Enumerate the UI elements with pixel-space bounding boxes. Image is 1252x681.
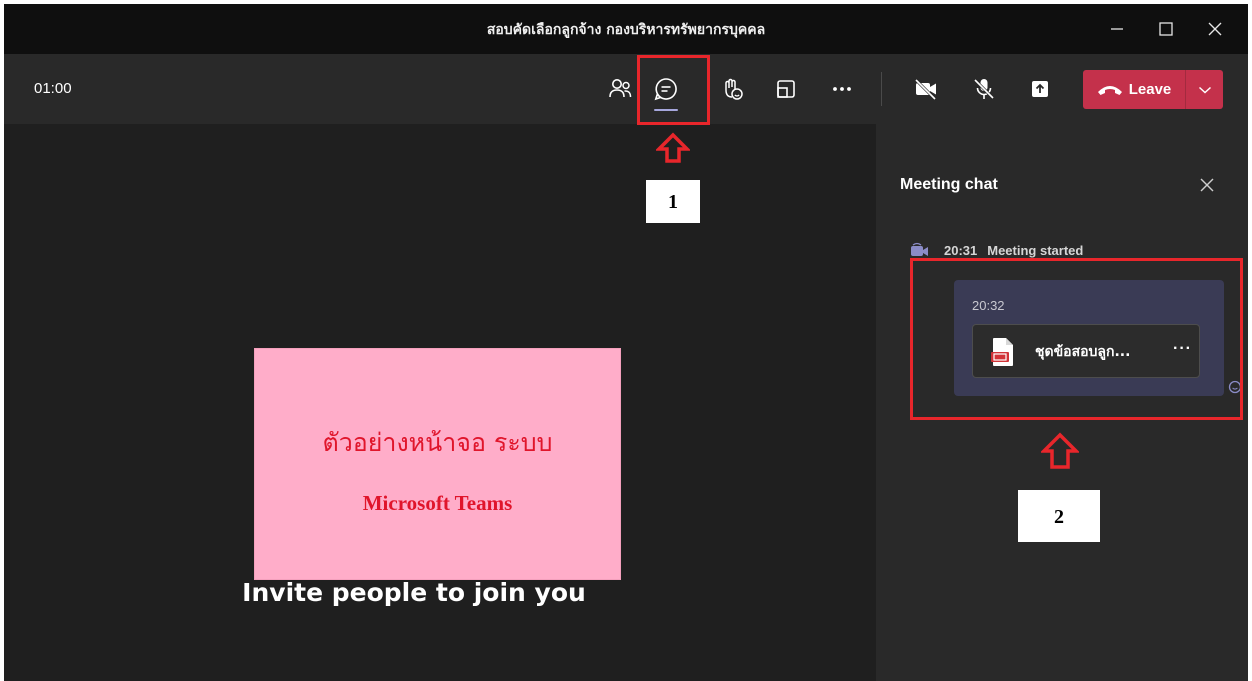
participants-button[interactable] — [600, 69, 640, 109]
leave-label: Leave — [1128, 81, 1172, 98]
chat-panel-title: Meeting chat — [900, 176, 998, 193]
leave-button-group: Leave — [1083, 70, 1223, 109]
arrow-up-icon — [1041, 432, 1079, 469]
step-label-2: 2 — [1018, 490, 1100, 542]
close-chat-button[interactable] — [1196, 174, 1218, 196]
note-line-1: ตัวอย่างหน้าจอ ระบบ — [322, 428, 553, 457]
note-line-2: Microsoft Teams — [362, 491, 513, 515]
share-tray-button[interactable] — [1020, 69, 1060, 109]
invite-people-text: Invite people to join you — [242, 578, 586, 607]
meeting-started-event: 20:31 Meeting started — [910, 240, 1083, 260]
maximize-button[interactable] — [1151, 14, 1181, 44]
raise-hand-button[interactable] — [712, 69, 752, 109]
meeting-timer: 01:00 — [34, 80, 72, 97]
raise-hand-icon — [725, 78, 743, 100]
highlight-chat-button — [637, 55, 710, 125]
mic-toggle-button[interactable] — [964, 69, 1004, 109]
step-label-1: 1 — [646, 180, 700, 223]
more-actions-button[interactable] — [822, 69, 862, 109]
arrow-up-icon — [656, 132, 690, 163]
leave-button[interactable]: Leave — [1083, 70, 1185, 109]
minimize-button[interactable] — [1102, 14, 1132, 44]
close-icon — [1208, 22, 1222, 36]
maximize-icon — [1159, 22, 1173, 36]
event-text: Meeting started — [987, 242, 1084, 258]
toolbar-divider — [881, 72, 882, 106]
view-button[interactable] — [766, 69, 806, 109]
close-icon — [1200, 178, 1214, 192]
title-bar: สอบคัดเลือกลูกจ้าง กองบริหารทรัพยากรบุคค… — [4, 4, 1248, 54]
event-time: 20:31 — [944, 242, 978, 258]
meeting-toolbar: 01:00 Leave — [4, 54, 1248, 124]
example-screen-note: ตัวอย่างหน้าจอ ระบบ Microsoft Teams — [254, 348, 621, 580]
camera-off-icon — [914, 78, 937, 101]
people-icon — [609, 79, 632, 98]
close-window-button[interactable] — [1200, 14, 1230, 44]
video-camera-icon — [911, 242, 928, 256]
more-icon — [833, 87, 851, 91]
share-icon — [1032, 81, 1048, 97]
camera-toggle-button[interactable] — [906, 69, 946, 109]
phone-hangup-icon — [1097, 85, 1122, 95]
highlight-file-message — [910, 258, 1243, 420]
view-icon — [777, 80, 795, 98]
minimize-icon — [1111, 28, 1123, 30]
window-title: สอบคัดเลือกลูกจ้าง กองบริหารทรัพยากรบุคค… — [486, 22, 766, 38]
leave-options-button[interactable] — [1186, 70, 1223, 109]
mic-off-icon — [973, 78, 995, 100]
chevron-down-icon — [1198, 86, 1211, 94]
